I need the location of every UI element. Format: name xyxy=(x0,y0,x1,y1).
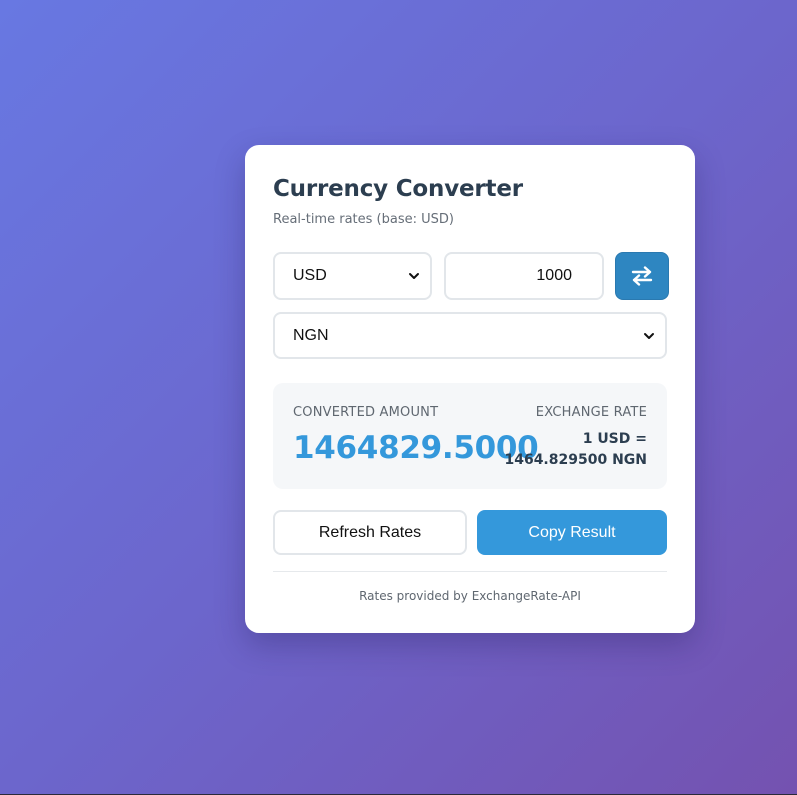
refresh-rates-button[interactable]: Refresh Rates xyxy=(273,510,467,555)
copy-result-button[interactable]: Copy Result xyxy=(477,510,667,555)
chevron-down-icon xyxy=(644,332,654,339)
from-currency-select[interactable]: USD xyxy=(273,252,432,300)
swap-button[interactable] xyxy=(615,252,669,300)
divider xyxy=(273,571,667,572)
page-title: Currency Converter xyxy=(273,176,523,202)
result-panel: CONVERTED AMOUNT EXCHANGE RATE 1464829.5… xyxy=(273,383,667,489)
amount-value: 1000 xyxy=(536,267,572,284)
amount-input[interactable]: 1000 xyxy=(444,252,604,300)
to-currency-select[interactable]: NGN xyxy=(273,312,667,359)
chevron-down-icon xyxy=(409,273,419,279)
converter-card: Currency Converter Real-time rates (base… xyxy=(245,145,695,633)
exchange-rate-line-2: 1464.829500 NGN xyxy=(504,452,647,468)
footer-attribution: Rates provided by ExchangeRate-API xyxy=(359,589,581,603)
subtitle: Real-time rates (base: USD) xyxy=(273,212,454,227)
from-currency-value: USD xyxy=(293,267,327,284)
exchange-rate-value: 1 USD = 1464.829500 NGN xyxy=(504,429,647,471)
exchange-rate-line-1: 1 USD = xyxy=(582,431,647,447)
swap-arrows-icon xyxy=(631,266,653,286)
converted-amount-value: 1464829.5000 xyxy=(293,430,539,466)
to-currency-value: NGN xyxy=(293,326,329,344)
converted-amount-label: CONVERTED AMOUNT xyxy=(293,405,439,420)
exchange-rate-label: EXCHANGE RATE xyxy=(535,405,647,420)
